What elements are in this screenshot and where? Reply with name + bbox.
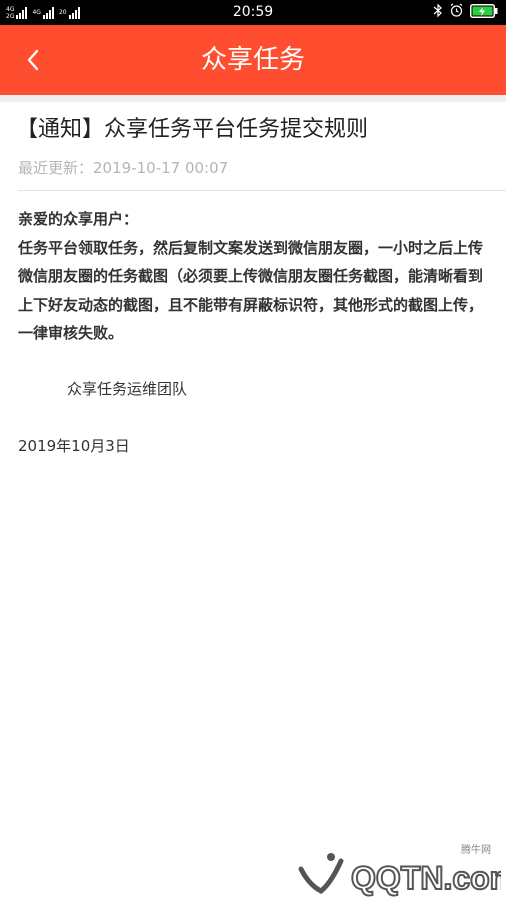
article-body: 亲爱的众享用户： 任务平台领取任务，然后复制文案发送到微信朋友圈，一小时之后上传… (18, 205, 493, 348)
article-date: 2019年10月3日 (18, 437, 130, 455)
title-divider (18, 190, 506, 191)
clock: 20:59 (232, 4, 274, 20)
greeting: 亲爱的众享用户： (18, 210, 139, 228)
battery-charging-icon (470, 3, 498, 22)
last-updated: 最近更新：2019-10-17 00:07 (18, 157, 228, 179)
status-icons (433, 3, 498, 22)
bluetooth-icon (433, 3, 443, 22)
signature: 众享任务运维团队 (67, 380, 188, 398)
alarm-icon (449, 3, 464, 22)
header-divider (0, 95, 506, 102)
watermark-text: QQTN.com (351, 860, 501, 896)
page-title: 众享任务 (200, 45, 305, 75)
article-title: 【通知】众享任务平台任务提交规则 (16, 117, 369, 142)
watermark-name: 腾牛网 (461, 845, 491, 856)
watermark: 腾牛网 QQTN.com (295, 845, 506, 897)
last-updated-label: 最近更新： (18, 159, 94, 177)
last-updated-value: 2019-10-17 00:07 (93, 159, 229, 177)
app-bar: 众享任务 (0, 25, 506, 95)
body-text: 任务平台领取任务，然后复制文案发送到微信朋友圈，一小时之后上传微信朋友圈的任务截… (18, 238, 484, 343)
status-bar: 4G 2G 4G 20 20:59 (0, 0, 506, 25)
